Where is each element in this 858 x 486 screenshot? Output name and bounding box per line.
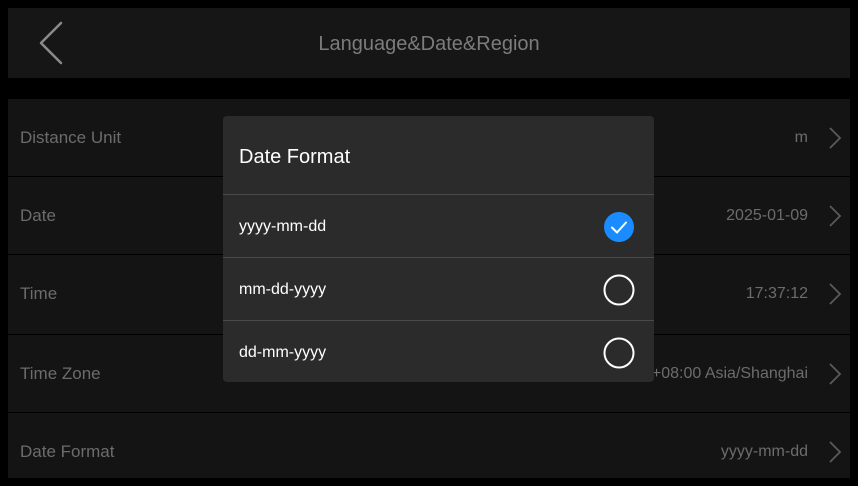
setting-label: Distance Unit (20, 128, 122, 147)
setting-row-date-format[interactable]: Date Format yyyy-mm-dd (8, 412, 850, 486)
header-bar: Language&Date&Region (8, 8, 850, 78)
radio-unchecked-icon[interactable] (603, 274, 635, 306)
option-label: dd-mm-yyyy (239, 344, 327, 361)
chevron-right-icon (829, 205, 842, 227)
radio-unchecked-icon[interactable] (603, 337, 635, 369)
setting-value: yyyy-mm-dd (720, 443, 808, 460)
date-format-option-mm-dd-yyyy[interactable]: mm-dd-yyyy (223, 258, 654, 321)
date-format-option-yyyy-mm-dd[interactable]: yyyy-mm-dd (223, 195, 654, 258)
chevron-right-icon (829, 127, 842, 149)
option-label: mm-dd-yyyy (239, 281, 327, 298)
chevron-right-icon (829, 441, 842, 463)
setting-label: Date (20, 206, 56, 225)
date-format-option-dd-mm-yyyy[interactable]: dd-mm-yyyy (223, 321, 654, 384)
date-format-dialog: Date Format yyyy-mm-dd mm-dd-yyyy dd-mm-… (223, 116, 654, 382)
radio-checked-icon[interactable] (603, 211, 635, 243)
option-label: yyyy-mm-dd (239, 218, 327, 235)
setting-value: 17:37:12 (745, 285, 808, 302)
page-title: Language&Date&Region (318, 33, 540, 55)
setting-label: Time (20, 284, 58, 303)
dialog-title: Date Format (239, 146, 351, 168)
chevron-right-icon (829, 363, 842, 385)
setting-label: Date Format (20, 442, 115, 461)
chevron-right-icon (829, 283, 842, 305)
setting-value: m (794, 129, 808, 146)
setting-value: 2025-01-09 (726, 207, 808, 224)
setting-label: Time Zone (20, 364, 101, 383)
